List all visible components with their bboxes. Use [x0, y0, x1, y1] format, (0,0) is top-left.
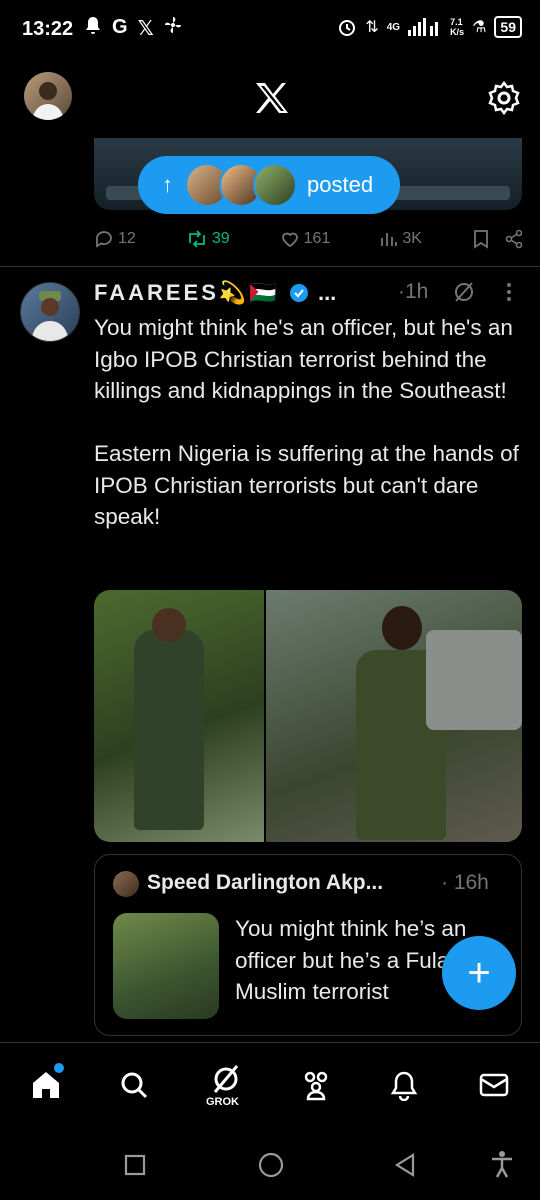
- system-nav-bar: [0, 1130, 540, 1200]
- repost-count: 39: [211, 230, 230, 247]
- like-button[interactable]: 161: [280, 229, 331, 249]
- network-speed-value: 7.1: [450, 17, 463, 27]
- g-app-icon: G: [112, 16, 128, 38]
- home-notification-dot: [54, 1063, 64, 1073]
- author-name-text: FAAREES💫🇵🇸: [94, 280, 280, 305]
- repost-button[interactable]: 39: [186, 229, 230, 249]
- recent-apps-icon[interactable]: [124, 1154, 146, 1181]
- post-text: You might think he's an officer, but he'…: [94, 315, 519, 529]
- bell-nav-icon[interactable]: [384, 1065, 424, 1105]
- signal-icon: [408, 18, 439, 36]
- author-name-ellipsis: ...: [317, 280, 337, 305]
- more-options-icon[interactable]: [504, 280, 514, 310]
- compose-button[interactable]: +: [442, 936, 516, 1010]
- data-arrows-icon: ⇅: [365, 19, 379, 36]
- plus-icon: +: [467, 950, 491, 995]
- x-app-icon: 𝕏: [137, 18, 154, 40]
- fan-icon: [164, 17, 181, 33]
- post-time[interactable]: ·1h: [398, 280, 428, 304]
- network-speed-unit: K/s: [450, 27, 465, 37]
- accessibility-icon[interactable]: [490, 1150, 514, 1183]
- app-header: X: [0, 60, 540, 140]
- reply-count: 12: [118, 230, 136, 247]
- heart-icon: [281, 232, 298, 248]
- post-author-name[interactable]: FAAREES💫🇵🇸 ...: [94, 280, 336, 306]
- views-count: 3K: [402, 230, 422, 247]
- quote-time: · 16h: [441, 871, 489, 894]
- home-circle-icon[interactable]: [258, 1152, 284, 1183]
- new-posts-pill[interactable]: ↑ posted: [138, 156, 400, 214]
- views-icon: [381, 233, 398, 246]
- bookmark-button[interactable]: [472, 229, 524, 249]
- share-icon[interactable]: [504, 229, 524, 249]
- status-right-icons: ⇅ 4G 7.1 K/s ⚗ 59: [337, 16, 522, 38]
- bookmark-icon: [474, 230, 488, 249]
- author-avatar-image: [31, 291, 69, 341]
- reply-button[interactable]: 12: [94, 229, 136, 249]
- post-image-1[interactable]: [94, 590, 264, 842]
- quote-author-avatar: [113, 871, 139, 897]
- arrow-up-icon: ↑: [162, 172, 173, 197]
- status-time: 13:22: [22, 18, 74, 40]
- x-logo-icon[interactable]: X: [250, 78, 290, 118]
- messages-icon[interactable]: [474, 1065, 514, 1105]
- network-type: 4G: [386, 21, 401, 33]
- flask-icon: ⚗: [472, 19, 487, 36]
- communities-icon[interactable]: [296, 1065, 336, 1105]
- bell-icon: [86, 17, 100, 34]
- post-media[interactable]: [94, 590, 522, 842]
- poster-avatar-3: [253, 163, 297, 207]
- post-image-2[interactable]: [266, 590, 522, 842]
- grok-nav-label: GROK: [206, 1096, 239, 1108]
- avatar-image: [32, 82, 64, 120]
- status-left-icons: G 𝕏: [84, 16, 182, 41]
- alarm-icon: [339, 20, 356, 36]
- reply-icon: [96, 231, 112, 248]
- prev-post-actions: 12 39 161 3K: [94, 222, 524, 256]
- battery-indicator: 59: [494, 16, 522, 38]
- quote-author-name: Speed Darlington Akp...: [147, 871, 384, 894]
- network-speed: 7.1 K/s: [450, 17, 464, 37]
- repost-icon: [188, 230, 205, 248]
- like-count: 161: [303, 230, 331, 247]
- search-icon[interactable]: [114, 1065, 154, 1105]
- views-button[interactable]: 3K: [380, 230, 422, 248]
- new-posts-label: posted: [307, 172, 374, 197]
- post-author-avatar[interactable]: [20, 282, 80, 342]
- bottom-nav: [0, 1043, 540, 1129]
- back-icon[interactable]: [394, 1152, 416, 1183]
- grok-nav-icon[interactable]: [206, 1059, 246, 1099]
- post-divider: [0, 266, 540, 267]
- verified-badge-icon: [289, 284, 308, 302]
- status-bar: 13:22 G 𝕏 ⇅ 4G 7.1 K/s ⚗ 59: [0, 0, 540, 60]
- profile-avatar[interactable]: [24, 72, 72, 120]
- gear-icon[interactable]: [484, 78, 524, 118]
- grok-icon[interactable]: [452, 280, 476, 310]
- quote-image: [113, 913, 219, 1019]
